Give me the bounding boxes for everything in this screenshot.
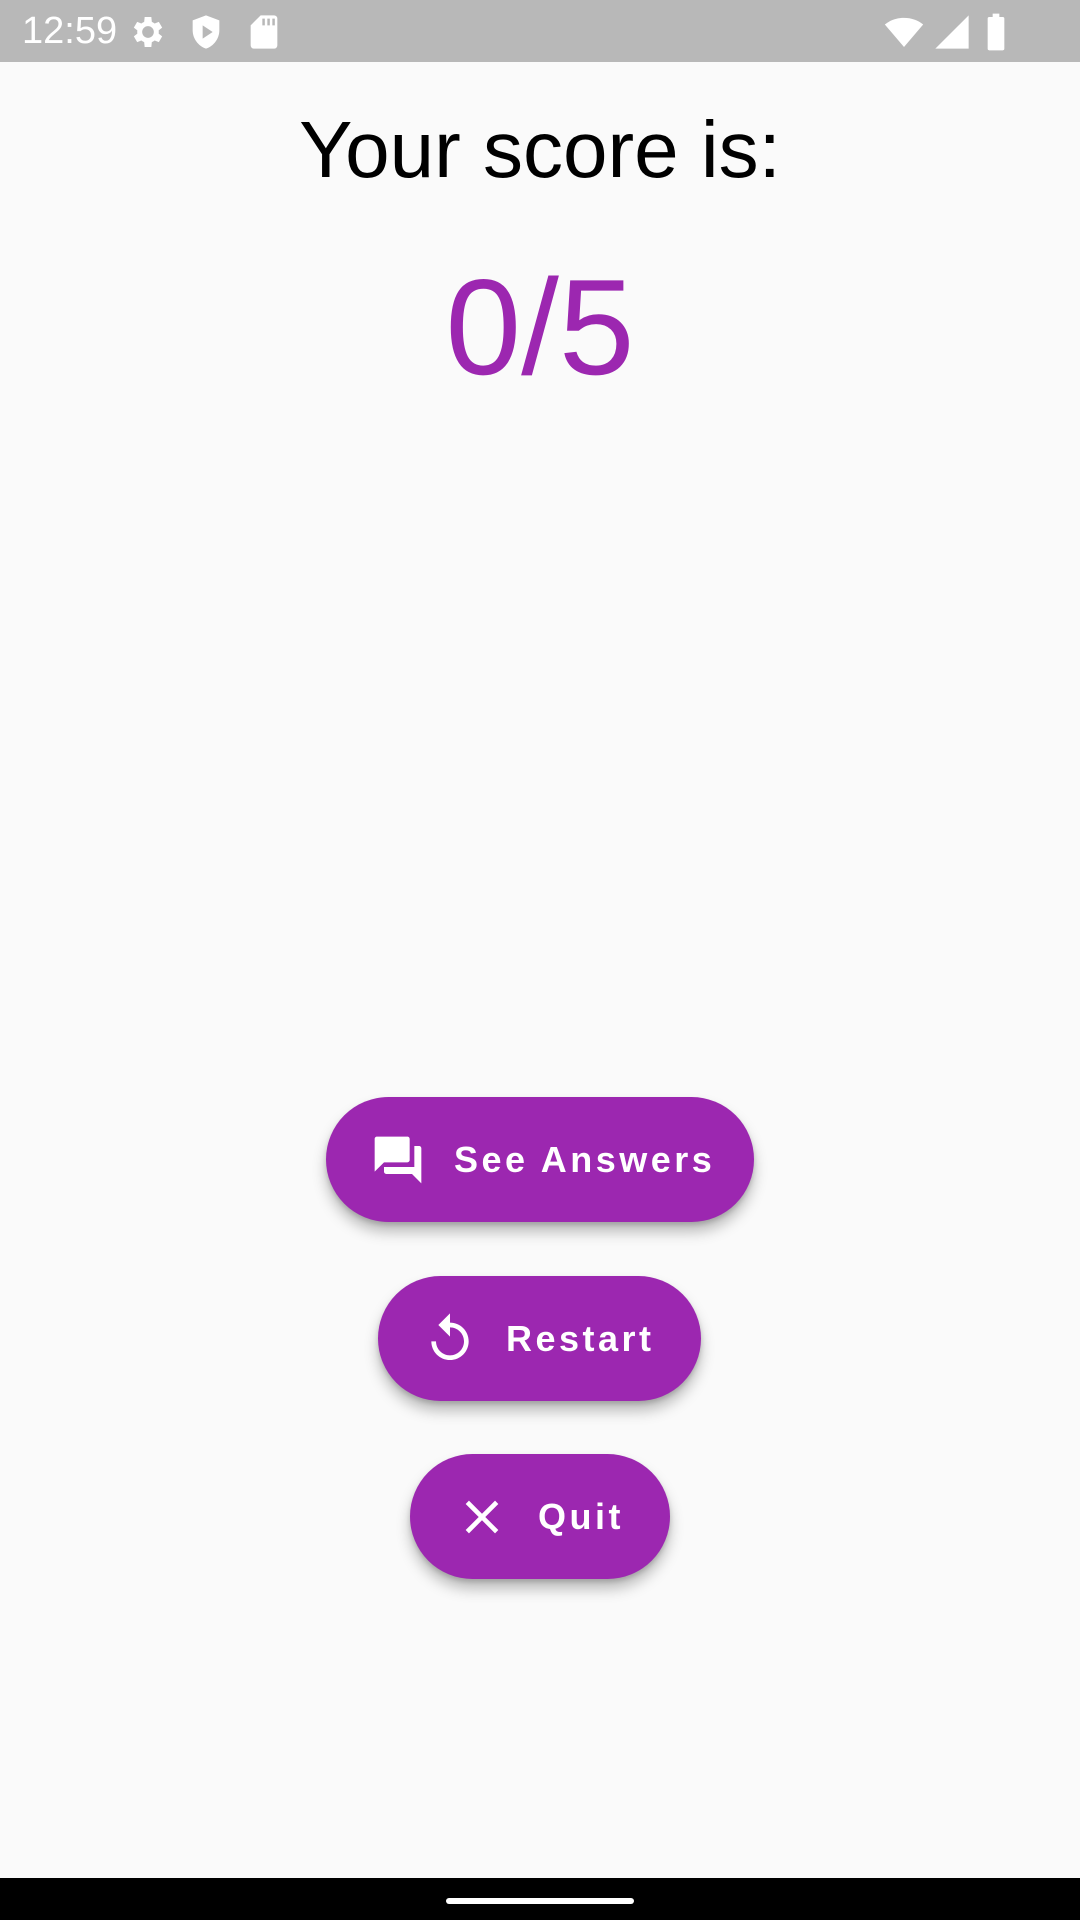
restart-label: Restart bbox=[506, 1317, 655, 1359]
status-time: 12:59 bbox=[22, 10, 118, 52]
cellular-signal-icon bbox=[932, 12, 972, 52]
score-value: 0/5 bbox=[445, 251, 635, 403]
restart-icon bbox=[422, 1311, 478, 1367]
score-title: Your score is: bbox=[299, 105, 781, 194]
close-icon bbox=[454, 1489, 510, 1545]
navigation-bar bbox=[0, 1878, 1080, 1920]
shield-play-icon bbox=[186, 12, 226, 52]
wifi-icon bbox=[884, 12, 924, 52]
quit-button[interactable]: Quit bbox=[410, 1454, 670, 1579]
forum-icon bbox=[370, 1132, 426, 1188]
restart-button[interactable]: Restart bbox=[378, 1276, 701, 1401]
see-answers-label: See Answers bbox=[454, 1138, 716, 1180]
sd-card-icon bbox=[244, 12, 284, 52]
status-bar: 12:59 bbox=[0, 0, 1080, 62]
see-answers-button[interactable]: See Answers bbox=[326, 1097, 754, 1222]
home-gesture-handle[interactable] bbox=[446, 1898, 634, 1904]
quit-label: Quit bbox=[538, 1495, 624, 1537]
battery-icon bbox=[976, 12, 1016, 52]
gear-icon bbox=[128, 12, 168, 52]
